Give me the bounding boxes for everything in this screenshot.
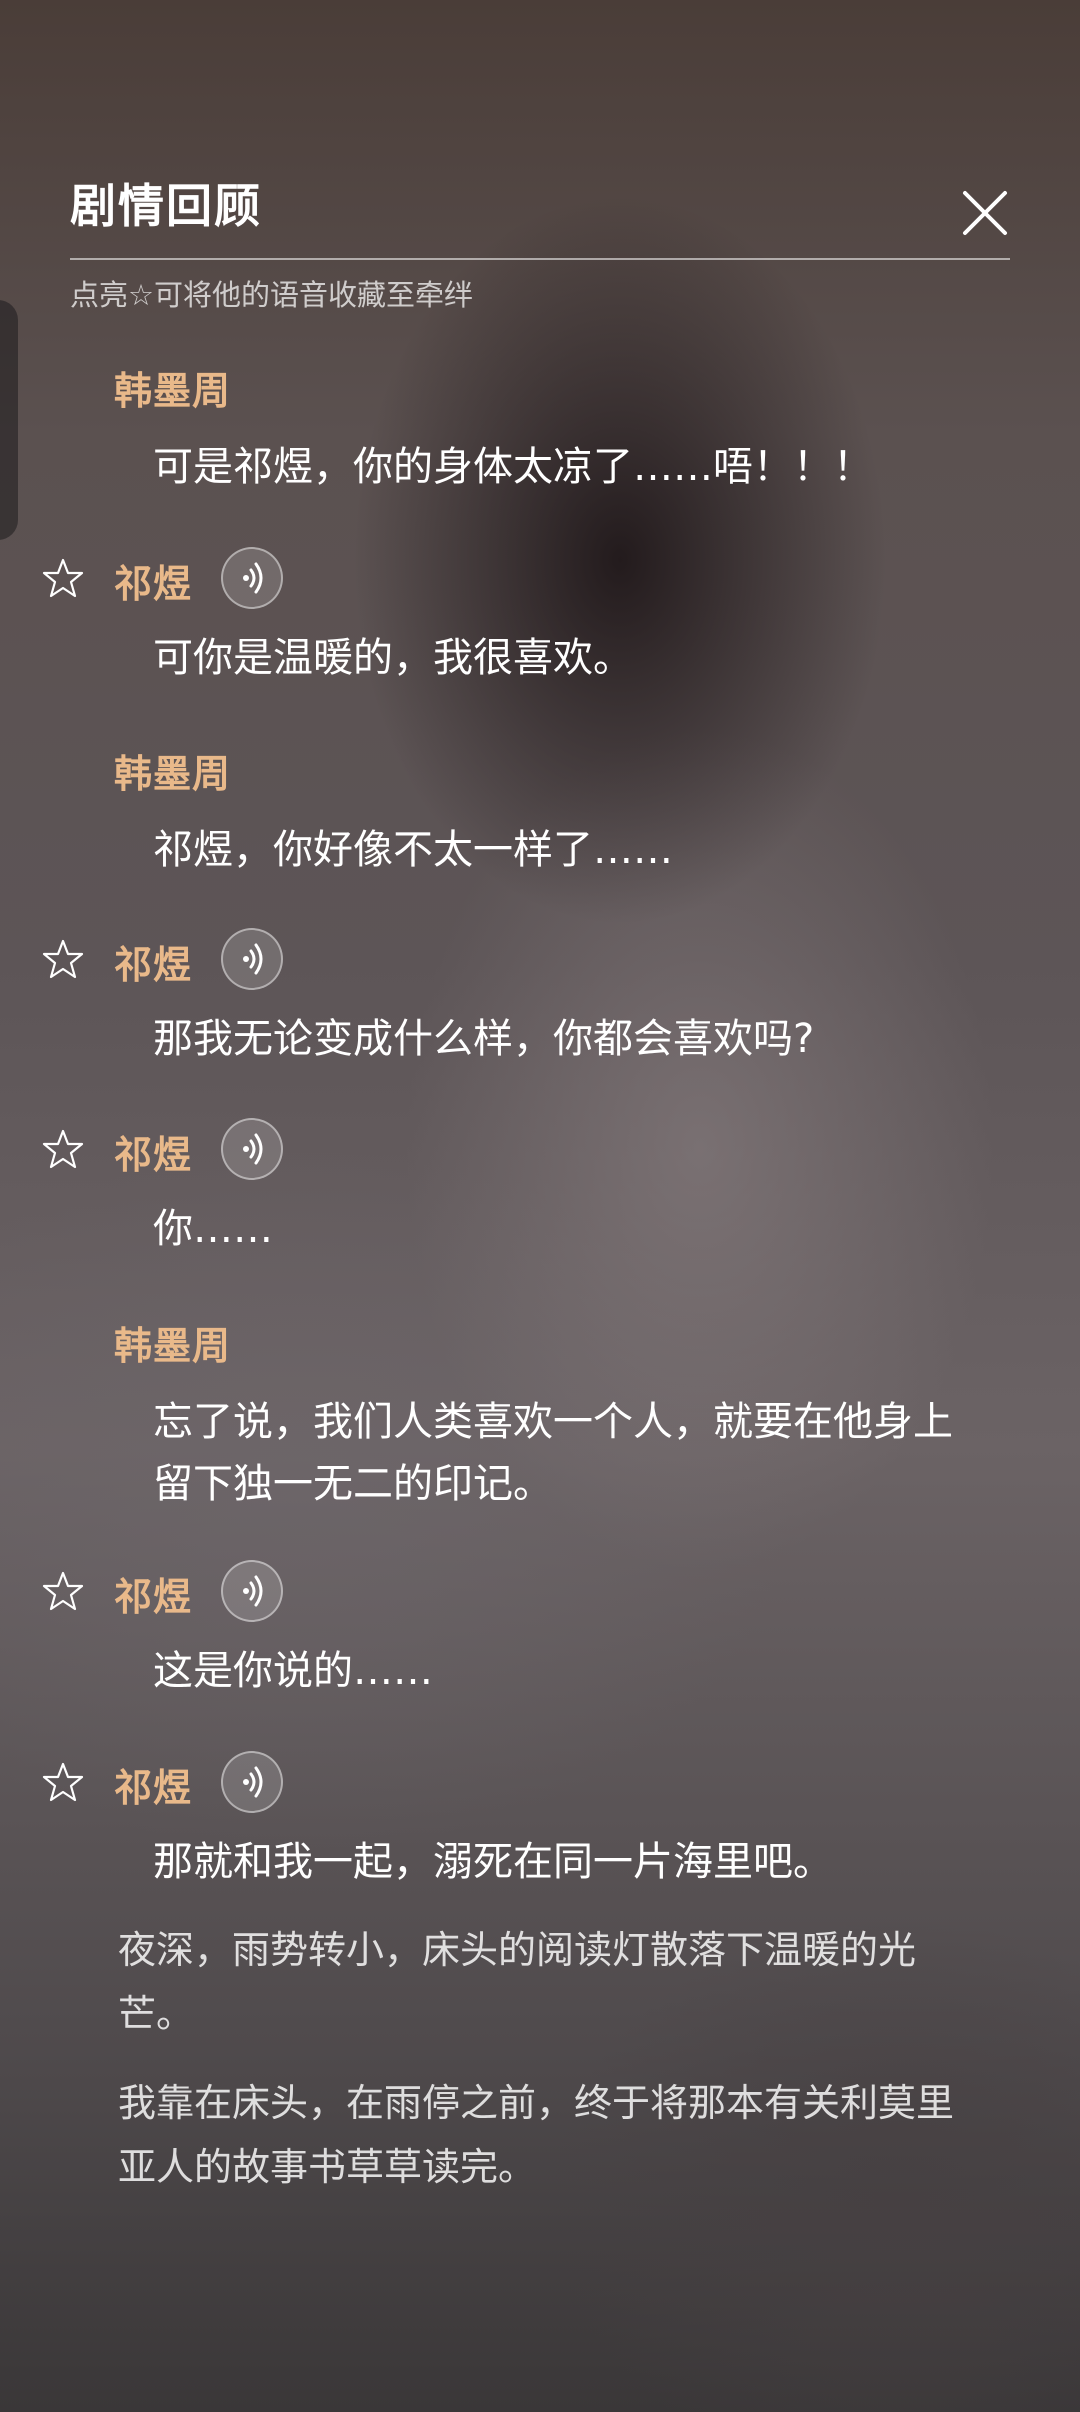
star-icon xyxy=(42,939,84,979)
favorite-star-button[interactable] xyxy=(42,1128,84,1170)
close-icon xyxy=(963,191,1007,235)
speaker-name: 韩墨周 xyxy=(114,1323,232,1368)
voice-play-button[interactable] xyxy=(221,1118,283,1180)
dialogue-entry: 祁煜 那我无论变成什么样，你都会喜欢吗? xyxy=(0,924,1080,1062)
voice-icon xyxy=(243,1766,263,1798)
voice-icon xyxy=(243,562,263,594)
star-icon xyxy=(42,1762,84,1802)
star-icon xyxy=(42,558,84,598)
dialogue-entry: 祁煜 你…… xyxy=(0,1114,1080,1252)
dialogue-entry: 韩墨周 祁煜，你好像不太一样了…… xyxy=(0,733,1080,873)
star-icon xyxy=(42,1129,84,1169)
dialogue-text: 可你是温暖的，我很喜欢。 xyxy=(153,635,633,681)
dialogue-entry: 韩墨周 可是祁煜，你的身体太凉了……唔！！！ xyxy=(0,350,1080,490)
header-divider xyxy=(70,258,1010,260)
dialogue-entry: 祁煜 这是你说的…… xyxy=(0,1556,1080,1694)
narration-paragraph: 夜深，雨势转小，床头的阅读灯散落下温暖的光芒。 xyxy=(118,1928,917,2036)
dialogue-text: 可是祁煜，你的身体太凉了……唔！！！ xyxy=(153,444,873,490)
favorite-star-button[interactable] xyxy=(42,1570,84,1612)
side-drawer-handle[interactable] xyxy=(0,300,18,540)
voice-play-button[interactable] xyxy=(221,547,283,609)
speaker-name: 韩墨周 xyxy=(114,751,232,796)
speaker-name: 祁煜 xyxy=(114,1132,193,1177)
voice-icon xyxy=(243,943,263,975)
favorite-star-button[interactable] xyxy=(42,938,84,980)
favorite-star-button[interactable] xyxy=(42,1761,84,1803)
voice-icon xyxy=(243,1133,263,1165)
favorite-star-button[interactable] xyxy=(42,557,84,599)
voice-play-button[interactable] xyxy=(221,928,283,990)
dialogue-entry: 祁煜 可你是温暖的，我很喜欢。 xyxy=(0,543,1080,681)
narration-paragraph: 我靠在床头，在雨停之前，终于将那本有关利莫里亚人的故事书草草读完。 xyxy=(118,2081,955,2189)
hint-text: 点亮☆可将他的语音收藏至牵绊 xyxy=(70,278,473,312)
dialogue-text: 这是你说的…… xyxy=(153,1648,433,1694)
voice-play-button[interactable] xyxy=(221,1751,283,1813)
page-title: 剧情回顾 xyxy=(70,179,262,233)
dialogue-text: 祁煜，你好像不太一样了…… xyxy=(153,827,673,873)
dialogue-entry: 祁煜 那就和我一起，溺死在同一片海里吧。 xyxy=(0,1747,1080,1885)
speaker-name: 韩墨周 xyxy=(114,368,232,413)
dialogue-text: 你…… xyxy=(153,1206,273,1252)
dialogue-text: 那就和我一起，溺死在同一片海里吧。 xyxy=(153,1839,833,1885)
voice-icon xyxy=(243,1575,263,1607)
speaker-name: 祁煜 xyxy=(114,1765,193,1810)
speaker-name: 祁煜 xyxy=(114,942,193,987)
dialogue-text: 忘了说，我们人类喜欢一个人，就要在他身上留下独一无二的印记。 xyxy=(153,1399,953,1507)
voice-play-button[interactable] xyxy=(221,1560,283,1622)
star-icon xyxy=(42,1571,84,1611)
speaker-name: 祁煜 xyxy=(114,1574,193,1619)
dialogue-entry: 韩墨周 忘了说，我们人类喜欢一个人，就要在他身上留下独一无二的印记。 xyxy=(0,1305,1080,1507)
close-button[interactable] xyxy=(955,183,1015,243)
speaker-name: 祁煜 xyxy=(114,561,193,606)
dialogue-text: 那我无论变成什么样，你都会喜欢吗? xyxy=(153,1016,815,1062)
